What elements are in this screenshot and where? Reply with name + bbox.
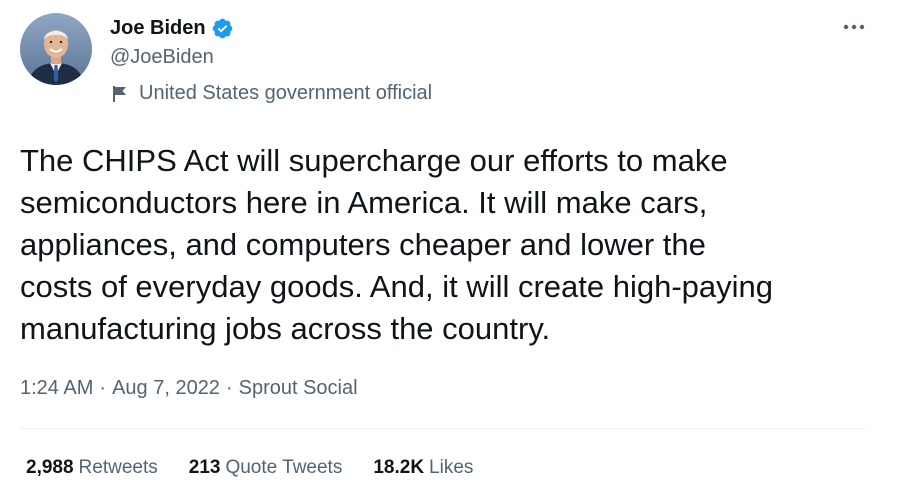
quote-tweets-stat[interactable]: 213 Quote Tweets [189,457,343,479]
tweet: Joe Biden @JoeBiden United States govern… [0,0,900,497]
flag-icon [110,84,130,104]
tweet-source[interactable]: Sprout Social [239,377,358,400]
verified-badge-icon [211,17,234,40]
divider [20,428,866,429]
government-label: United States government official [110,82,432,105]
quote-tweets-label: Quote Tweets [225,457,343,478]
more-options-button[interactable] [834,12,874,42]
tweet-text: The CHIPS Act will supercharge our effor… [20,143,774,346]
display-name[interactable]: Joe Biden [110,17,206,40]
more-options-icon [842,18,866,36]
tweet-time[interactable]: 1:24 AM [20,377,93,400]
tweet-date[interactable]: Aug 7, 2022 [112,377,220,400]
likes-count: 18.2K [373,457,425,478]
author-handle[interactable]: @JoeBiden [110,46,214,69]
quote-tweets-count: 213 [188,457,221,478]
tweet-metadata: 1:24 AM · Aug 7, 2022 · Sprout Social [20,373,358,403]
government-label-text: United States government official [139,82,433,104]
likes-stat[interactable]: 18.2K Likes [373,457,473,479]
metadata-separator: · [225,376,233,399]
avatar-image [20,13,92,85]
likes-label: Likes [429,457,474,478]
retweets-stat[interactable]: 2,988 Retweets [26,457,158,479]
retweets-count: 2,988 [26,457,74,478]
author-name-row: Joe Biden [110,14,234,42]
avatar[interactable] [20,13,92,85]
retweets-label: Retweets [78,457,158,478]
engagement-stats: 2,988 Retweets 213 Quote Tweets 18.2K Likes [26,453,504,483]
metadata-separator: · [99,376,107,399]
